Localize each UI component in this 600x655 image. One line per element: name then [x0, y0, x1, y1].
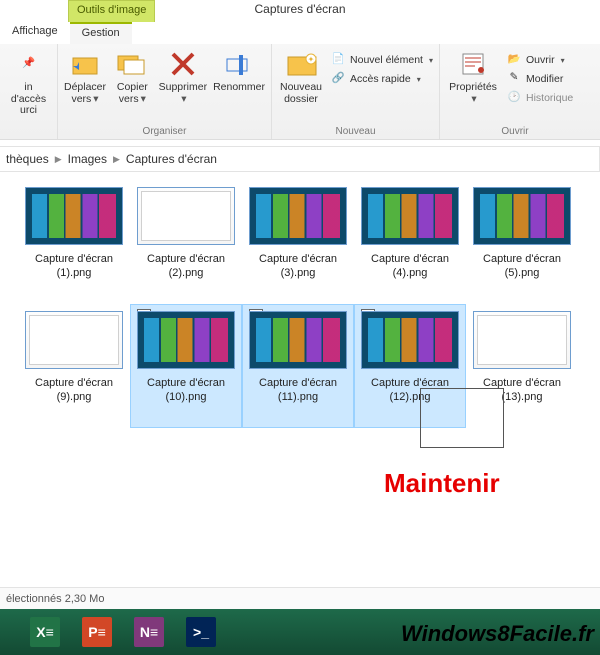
crumb[interactable]: Captures d'écran [126, 152, 217, 166]
crumb[interactable]: Images [68, 152, 107, 166]
group-clipboard-partial: 📌 in d'accès urci [0, 44, 58, 139]
file-item[interactable]: Capture d'écran(2).png [130, 180, 242, 304]
ribbon-tabs: Affichage Gestion [0, 22, 600, 44]
folder-move-icon [69, 48, 101, 80]
open-icon: 📂 [506, 52, 522, 68]
status-bar: électionnés 2,30 Mo [0, 587, 600, 609]
chevron-down-icon: ▾ [561, 56, 565, 65]
history-button[interactable]: 🕑 Historique [506, 90, 573, 106]
file-name: Capture d'écran(2).png [147, 253, 225, 281]
history-icon: 🕑 [506, 90, 522, 106]
folder-copy-icon [116, 48, 148, 80]
rename-button[interactable]: Renommer [213, 48, 265, 94]
file-name: Capture d'écran(5).png [483, 253, 561, 281]
edit-icon: ✎ [506, 71, 522, 87]
properties-button[interactable]: Propriétés ▾ [446, 48, 500, 105]
open-button[interactable]: 📂 Ouvrir ▾ [506, 52, 565, 68]
powershell-icon[interactable]: >_ [186, 617, 216, 647]
file-thumbnail [361, 187, 459, 245]
file-thumbnail [361, 311, 459, 369]
chevron-right-icon: ▶ [113, 154, 120, 165]
window-title: Captures d'écran [254, 2, 345, 16]
delete-x-icon [167, 48, 199, 80]
group-organiser: Déplacer vers▾ Copier vers▾ Supprimer ▾ … [58, 44, 272, 139]
chevron-right-icon: ▶ [55, 154, 62, 165]
new-item-icon: 📄 [330, 52, 346, 68]
chevron-down-icon: ▾ [141, 93, 146, 105]
taskbar: X≡ P≡ N≡ >_ Windows8Facile.fr [0, 609, 600, 655]
file-item[interactable]: Capture d'écran(9).png [18, 304, 130, 428]
quick-access-icon: 🔗 [330, 71, 346, 87]
file-name: Capture d'écran(9).png [35, 377, 113, 405]
breadcrumb[interactable]: thèques ▶ Images ▶ Captures d'écran [0, 146, 600, 172]
file-thumbnail [249, 311, 347, 369]
tab-affichage[interactable]: Affichage [0, 22, 70, 44]
file-name: Capture d'écran(1).png [35, 253, 113, 281]
file-item[interactable]: Capture d'écran(3).png [242, 180, 354, 304]
group-ouvrir: Propriétés ▾ 📂 Ouvrir ▾ ✎ Modifier 🕑 His… [440, 44, 590, 139]
file-grid: Capture d'écran(1).png Capture d'écran(2)… [0, 180, 600, 428]
chevron-down-icon: ▾ [429, 56, 433, 65]
marquee-selection-box [420, 388, 504, 448]
new-item-button[interactable]: 📄 Nouvel élément ▾ [330, 52, 433, 68]
svg-text:✦: ✦ [308, 55, 315, 64]
file-thumbnail [249, 187, 347, 245]
chevron-down-icon: ▾ [471, 94, 476, 106]
pin-icon: 📌 [13, 48, 45, 80]
edit-button[interactable]: ✎ Modifier [506, 71, 563, 87]
group-nouveau: ✦ Nouveau dossier 📄 Nouvel élément ▾ 🔗 A… [272, 44, 440, 139]
file-item[interactable]: ✓Capture d'écran(10).png [130, 304, 242, 428]
delete-button[interactable]: Supprimer ▾ [159, 48, 207, 105]
crumb[interactable]: thèques [6, 152, 49, 166]
chevron-down-icon: ▾ [417, 75, 421, 84]
file-thumbnail [25, 187, 123, 245]
group-label: Nouveau [272, 126, 439, 137]
file-thumbnail [473, 311, 571, 369]
new-folder-icon: ✦ [285, 48, 317, 80]
onenote-icon[interactable]: N≡ [134, 617, 164, 647]
group-label: Ouvrir [440, 126, 590, 137]
file-item[interactable]: Capture d'écran(5).png [466, 180, 578, 304]
file-item[interactable]: Capture d'écran(1).png [18, 180, 130, 304]
file-thumbnail [137, 187, 235, 245]
status-text: électionnés 2,30 Mo [6, 593, 104, 605]
context-tab-image-tools[interactable]: Outils d'image [68, 0, 155, 22]
file-name: Capture d'écran(3).png [259, 253, 337, 281]
rename-icon [223, 48, 255, 80]
file-item[interactable]: Capture d'écran(4).png [354, 180, 466, 304]
copy-to-button[interactable]: Copier vers▾ [112, 48, 153, 105]
excel-icon[interactable]: X≡ [30, 617, 60, 647]
chevron-down-icon: ▾ [181, 94, 186, 106]
properties-icon [457, 48, 489, 80]
move-to-button[interactable]: Déplacer vers▾ [64, 48, 106, 105]
file-item[interactable]: ✓Capture d'écran(11).png [242, 304, 354, 428]
quick-access-button[interactable]: 🔗 Accès rapide ▾ [330, 71, 421, 87]
ribbon: 📌 in d'accès urci Déplacer vers▾ Copier … [0, 44, 600, 140]
powerpoint-icon[interactable]: P≡ [82, 617, 112, 647]
file-area[interactable]: Capture d'écran(1).png Capture d'écran(2)… [0, 172, 600, 590]
file-name: Capture d'écran(10).png [147, 377, 225, 405]
file-name: Capture d'écran(11).png [259, 377, 337, 405]
new-folder-button[interactable]: ✦ Nouveau dossier [278, 48, 324, 105]
tab-gestion[interactable]: Gestion [70, 22, 132, 44]
file-thumbnail [137, 311, 235, 369]
group-label: Organiser [58, 126, 271, 137]
annotation-text: Maintenir [384, 468, 500, 499]
title-bar: Outils d'image Captures d'écran [0, 0, 600, 22]
file-thumbnail [473, 187, 571, 245]
file-thumbnail [25, 311, 123, 369]
pin-access-button[interactable]: 📌 in d'accès urci [6, 48, 51, 117]
file-name: Capture d'écran(4).png [371, 253, 449, 281]
chevron-down-icon: ▾ [93, 93, 98, 105]
watermark-text: Windows8Facile.fr [401, 621, 594, 647]
